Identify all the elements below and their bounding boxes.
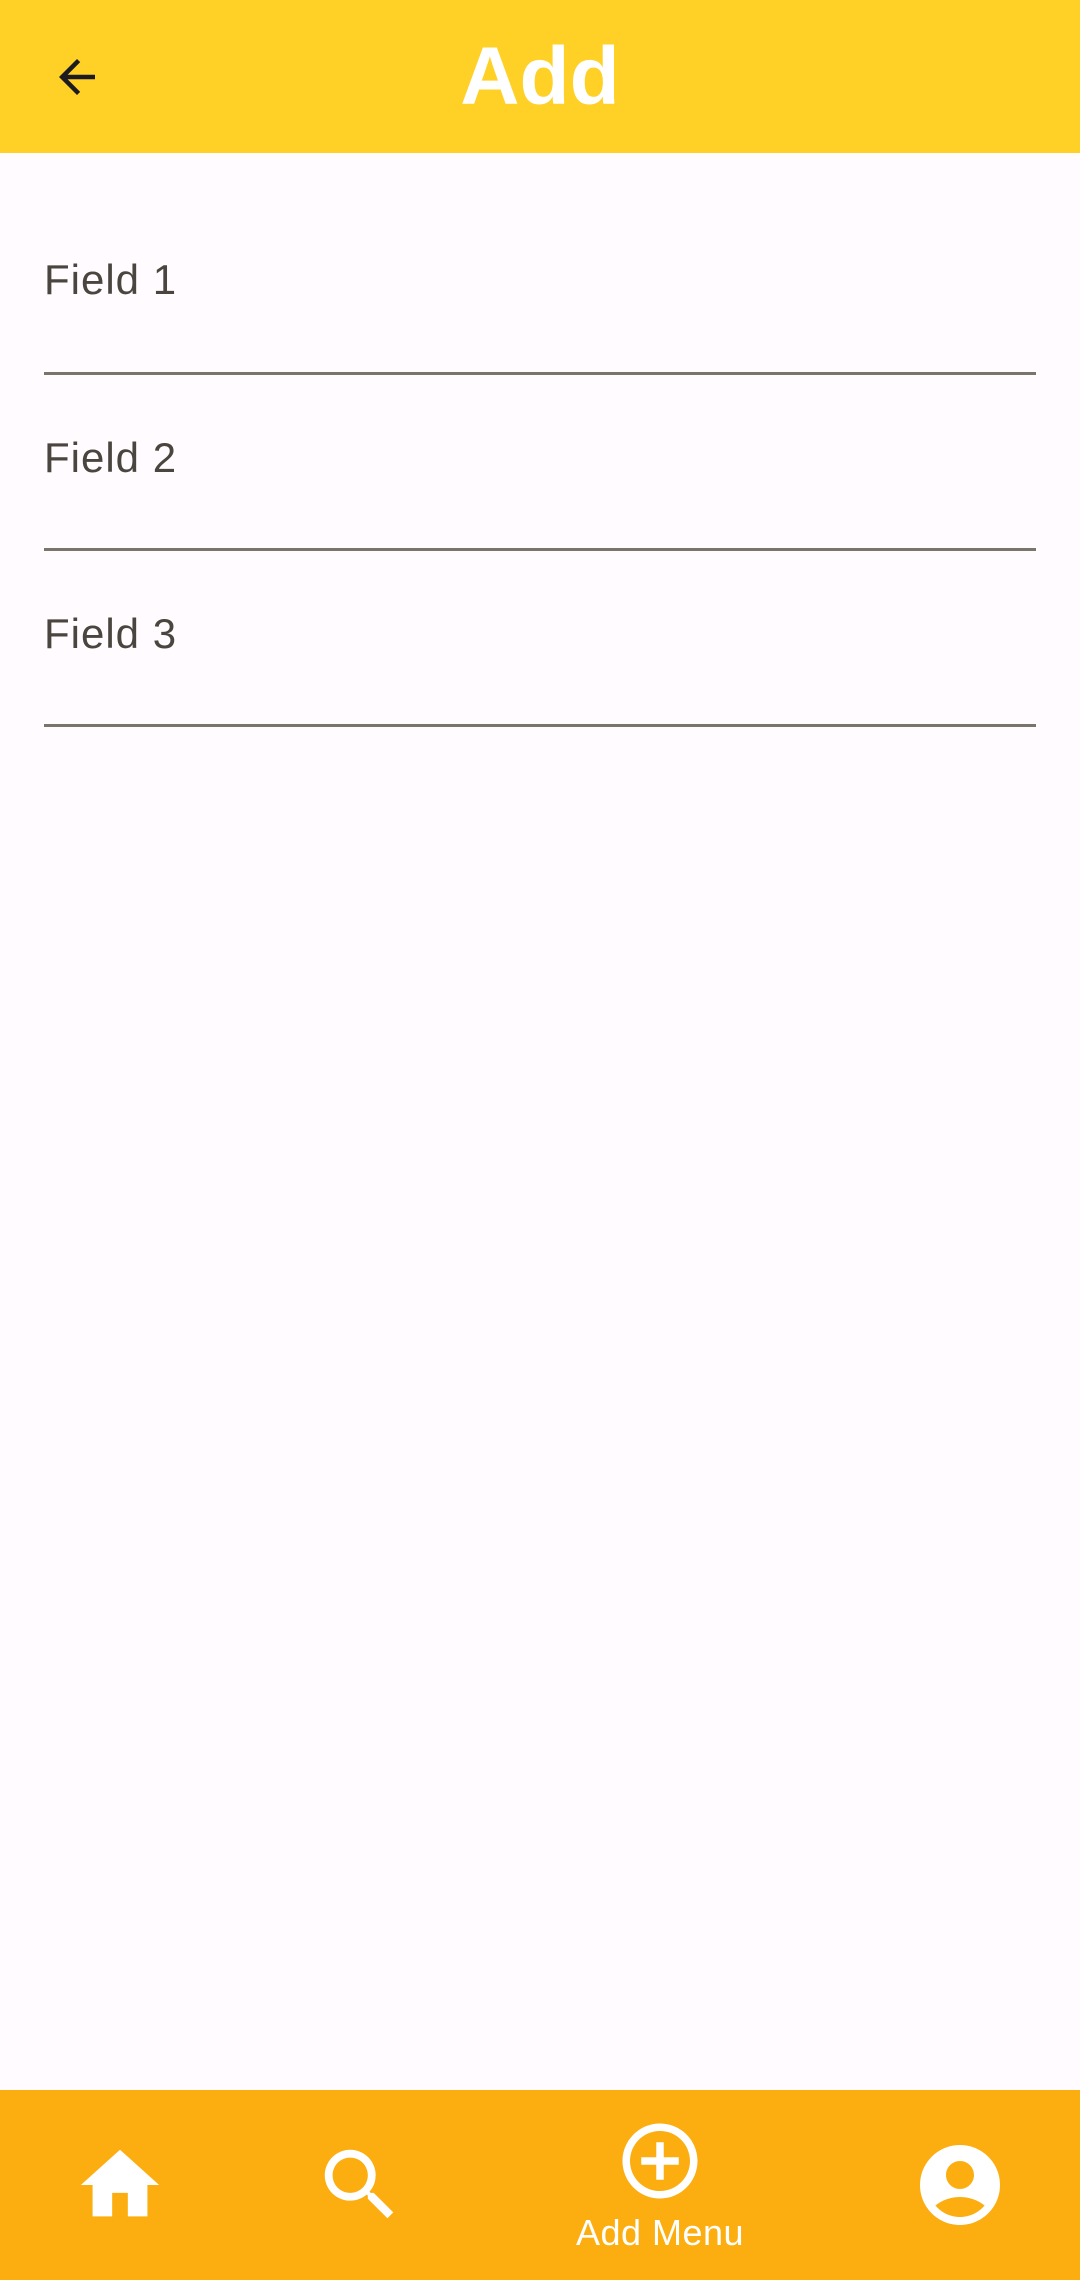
nav-add-menu[interactable]: Add Menu <box>540 2090 780 2280</box>
field-3-input[interactable]: Field 3 <box>44 551 1036 727</box>
account-circle-icon <box>920 2145 1000 2225</box>
page-title: Add <box>460 30 620 122</box>
nav-add-menu-label: Add Menu <box>575 2212 745 2253</box>
nav-account[interactable] <box>900 2090 1020 2280</box>
field-3-label: Field 3 <box>44 610 178 657</box>
app-bar: Add <box>0 0 1080 153</box>
nav-search[interactable] <box>300 2090 420 2280</box>
form: Field 1 Field 2 Field 3 <box>44 153 1036 727</box>
field-2-label: Field 2 <box>44 434 178 481</box>
search-icon <box>324 2149 394 2219</box>
field-1-input[interactable]: Field 1 <box>44 153 1036 375</box>
nav-home[interactable] <box>60 2090 180 2280</box>
bottom-navigation: Add Menu <box>0 2090 1080 2280</box>
add-circle-icon <box>622 2123 698 2199</box>
field-1-label: Field 1 <box>44 256 178 303</box>
field-2-input[interactable]: Field 2 <box>44 375 1036 551</box>
home-icon <box>80 2149 160 2217</box>
